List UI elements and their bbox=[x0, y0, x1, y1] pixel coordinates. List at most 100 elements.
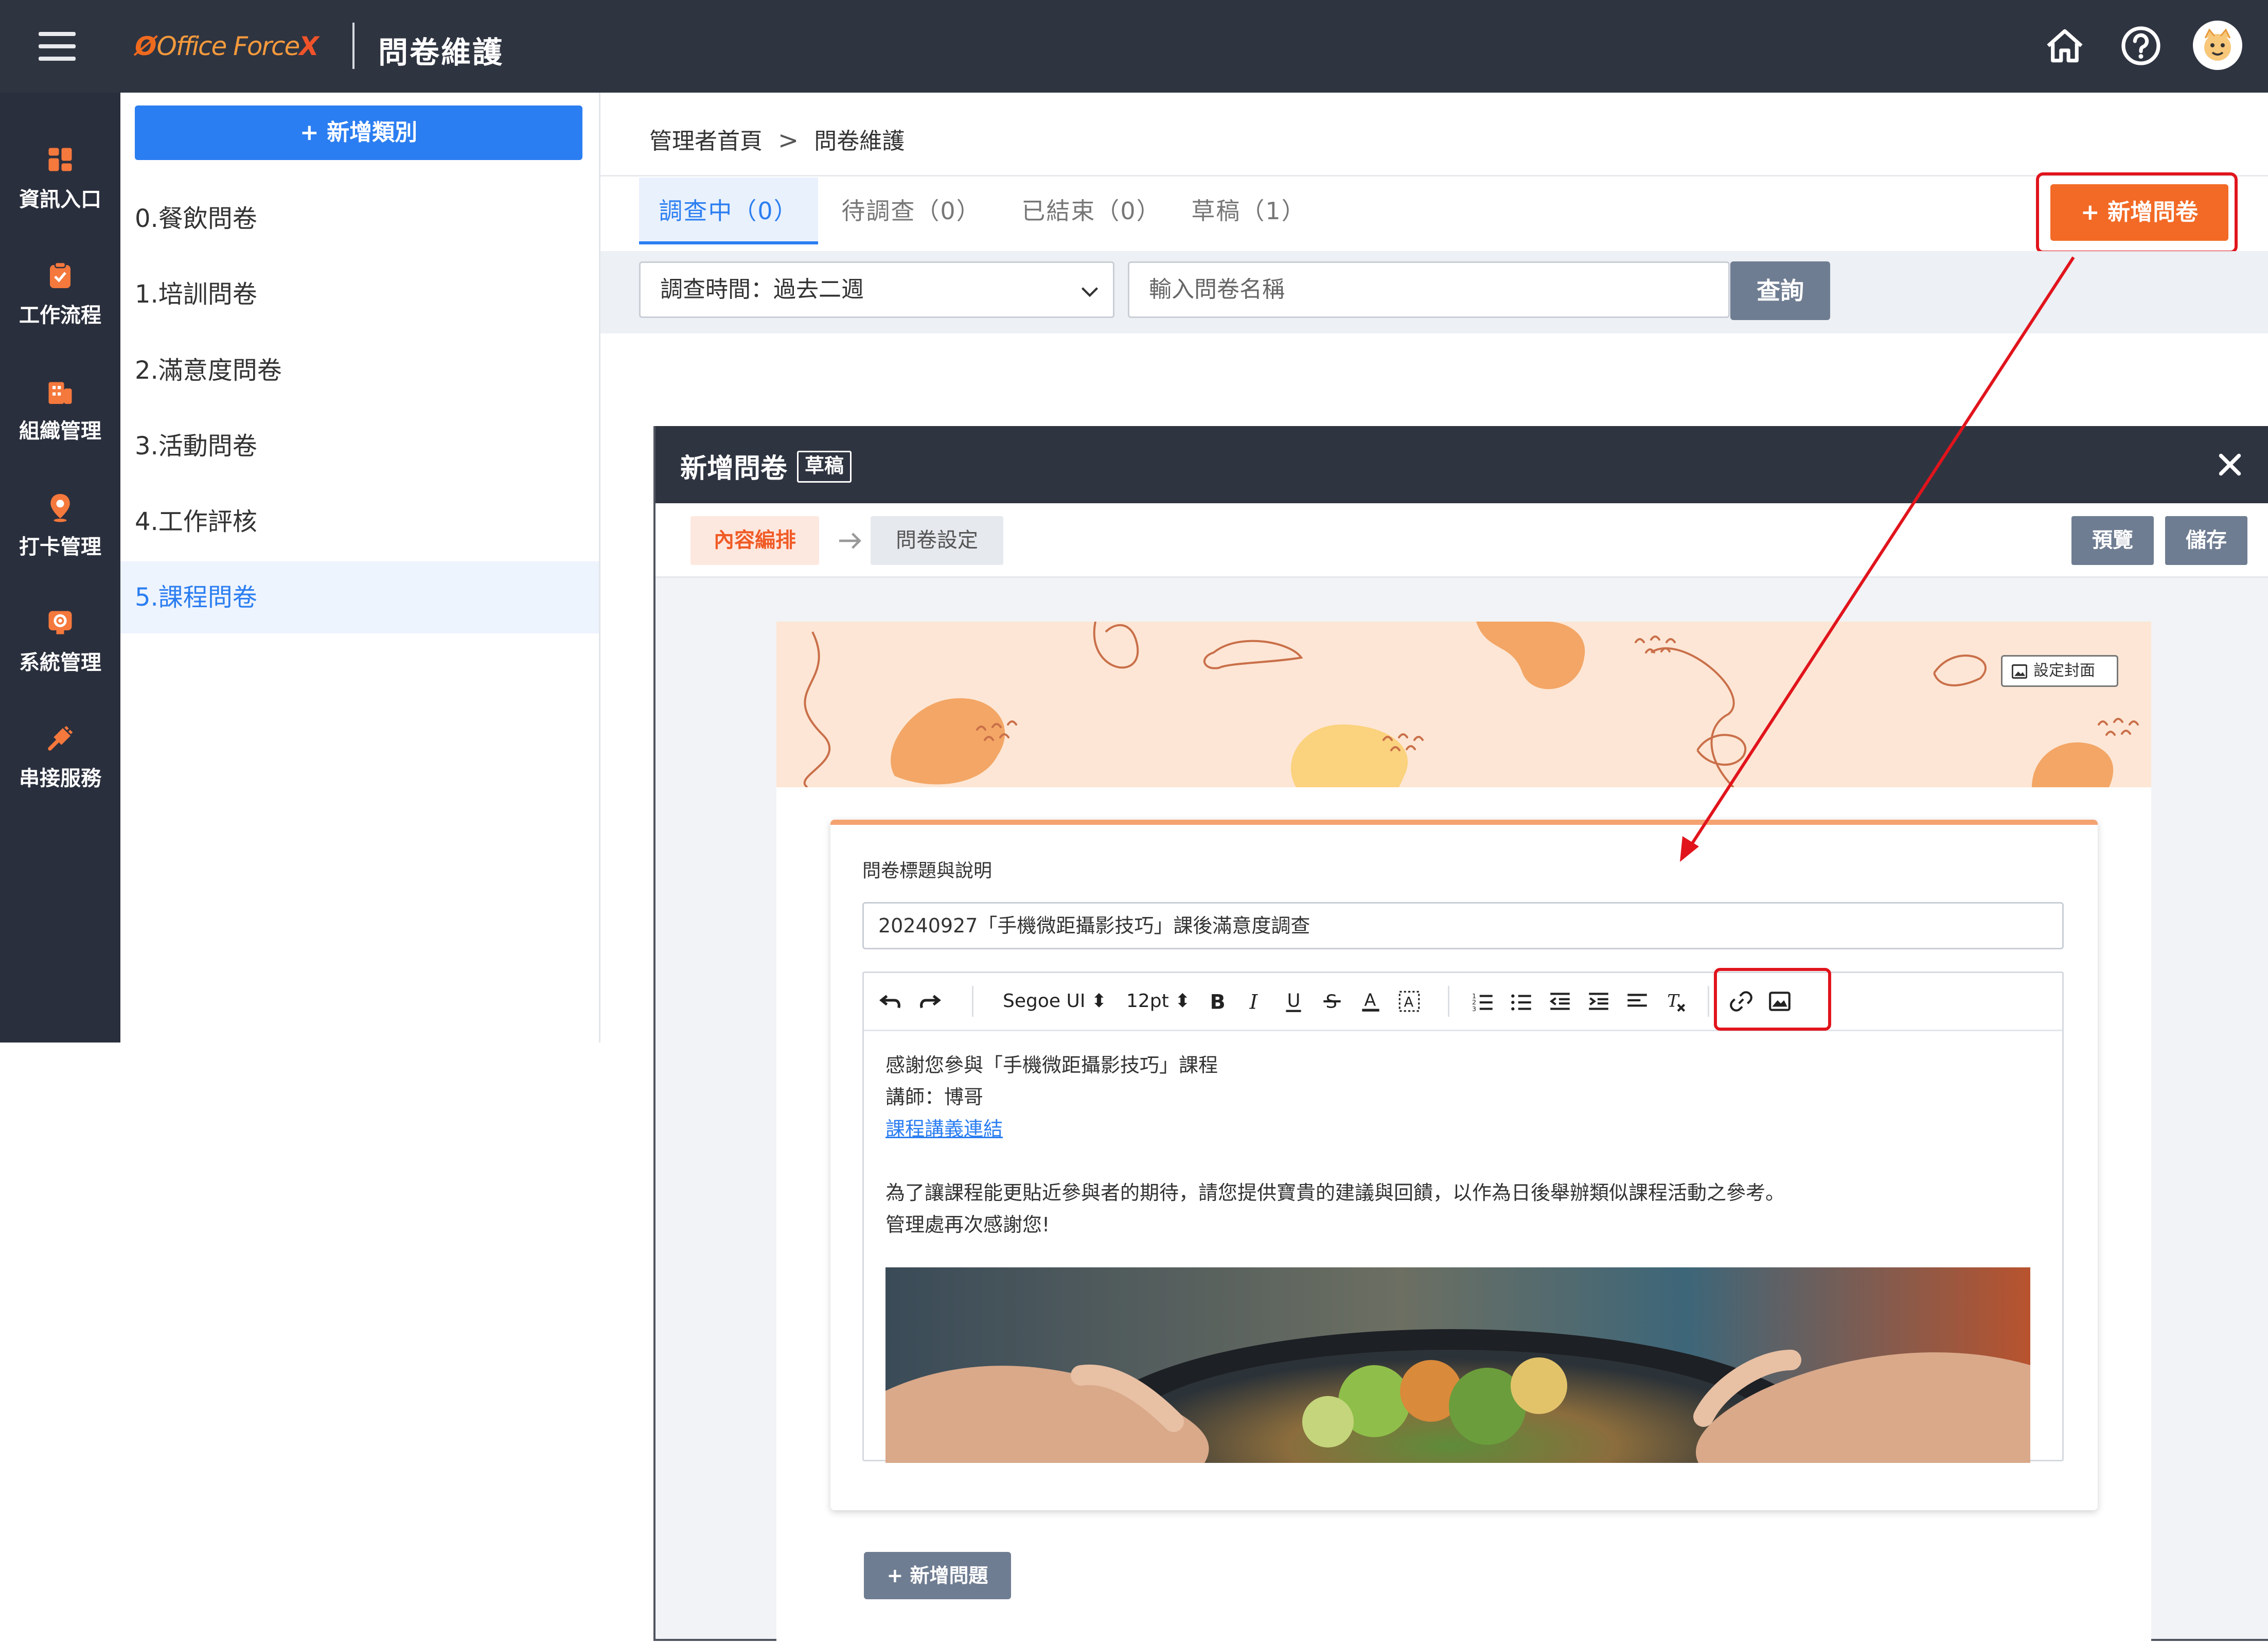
outdent-icon[interactable] bbox=[1547, 988, 1573, 1014]
svg-text:B: B bbox=[1210, 991, 1226, 1014]
underline-icon[interactable]: U bbox=[1281, 988, 1306, 1014]
editor-content[interactable]: 感謝您參與「手機微距攝影技巧」課程 講師：博哥 課程講義連結 為了讓課程能更貼近… bbox=[885, 1049, 1785, 1241]
nav-label: 工作流程 bbox=[19, 304, 101, 327]
nav-item-clock-in[interactable]: 打卡管理 bbox=[0, 476, 120, 574]
highlight-color-icon[interactable]: A bbox=[1396, 988, 1422, 1014]
tab-draft[interactable]: 草稿（1） bbox=[1172, 178, 1326, 244]
clear-format-icon[interactable]: T bbox=[1663, 988, 1689, 1014]
chevron-down-icon bbox=[1081, 287, 1098, 297]
content-line: 管理處再次感謝您! bbox=[885, 1213, 1050, 1236]
building-icon bbox=[48, 382, 72, 404]
category-panel: + 新增類別 0.餐飲問卷 1.培訓問卷 2.滿意度問卷 3.活動問卷 4.工作… bbox=[120, 93, 600, 1043]
plug-icon bbox=[48, 726, 73, 751]
preview-button[interactable]: 預覽 bbox=[2071, 516, 2154, 565]
font-family-value: Segoe UI bbox=[1003, 991, 1086, 1012]
hamburger-icon[interactable] bbox=[39, 32, 76, 61]
svg-text:I: I bbox=[1249, 991, 1259, 1014]
image-icon bbox=[2012, 664, 2027, 679]
breadcrumb-current: 問卷維護 bbox=[814, 128, 905, 154]
home-icon[interactable] bbox=[2043, 24, 2087, 68]
content-line: 感謝您參與「手機微距攝影技巧」課程 bbox=[885, 1054, 1218, 1076]
svg-text:3: 3 bbox=[1472, 1005, 1476, 1013]
strikethrough-icon[interactable]: S bbox=[1319, 988, 1345, 1014]
settings-icon bbox=[48, 611, 72, 634]
indent-icon[interactable] bbox=[1586, 988, 1611, 1014]
content-line: 為了讓課程能更貼近參與者的期待，請您提供寶貴的建議與回饋，以作為日後舉辦類似課程… bbox=[885, 1181, 1785, 1204]
category-item[interactable]: 0.餐飲問卷 bbox=[120, 183, 599, 255]
step-survey-settings[interactable]: 問卷設定 bbox=[871, 516, 1003, 565]
nav-item-integration[interactable]: 串接服務 bbox=[0, 708, 120, 805]
modal-steps-bar: 內容編排 問卷設定 預覽 儲存 bbox=[655, 503, 2268, 578]
toolbar-divider bbox=[1448, 986, 1449, 1017]
cover-image: 設定封面 bbox=[776, 622, 2151, 787]
save-button[interactable]: 儲存 bbox=[2165, 516, 2247, 565]
location-pin-icon bbox=[50, 494, 70, 522]
modal-body: 設定封面 問卷標題與說明 20240927「手機微距攝影技巧」課後滿意度調查 S… bbox=[655, 578, 2268, 1643]
category-item[interactable]: 2.滿意度問卷 bbox=[120, 334, 599, 407]
highlight-box bbox=[2036, 172, 2238, 254]
category-item[interactable]: 3.活動問卷 bbox=[120, 410, 599, 482]
arrow-right-icon bbox=[839, 533, 861, 549]
modal-header: 新增問卷 草稿 bbox=[655, 426, 2268, 503]
nav-item-workflow[interactable]: 工作流程 bbox=[0, 244, 120, 342]
category-item[interactable]: 4.工作評核 bbox=[120, 486, 599, 558]
course-handout-link[interactable]: 課程講義連結 bbox=[885, 1118, 1003, 1140]
font-size-value: 12pt bbox=[1126, 991, 1169, 1012]
nav-label: 系統管理 bbox=[19, 651, 101, 675]
content-photo bbox=[885, 1267, 2030, 1463]
add-question-button[interactable]: + 新增問題 bbox=[864, 1552, 1011, 1599]
tabs-divider bbox=[600, 175, 2268, 176]
query-button[interactable]: 查詢 bbox=[1730, 261, 1830, 320]
step-content-layout[interactable]: 內容編排 bbox=[690, 516, 819, 565]
nav-item-organization[interactable]: 組織管理 bbox=[0, 360, 120, 458]
app-logo[interactable]: ØOffice ForceX bbox=[135, 26, 319, 67]
numbered-list-icon[interactable]: 1 2 3 bbox=[1470, 988, 1496, 1014]
font-size-select[interactable]: 12pt ⬍ bbox=[1126, 988, 1190, 1014]
font-color-icon[interactable]: A bbox=[1358, 988, 1384, 1014]
tab-in-progress[interactable]: 調查中（0） bbox=[639, 178, 818, 244]
category-item-active[interactable]: 5.課程問卷 bbox=[120, 561, 599, 633]
logo-x: X bbox=[299, 31, 319, 61]
undo-icon[interactable] bbox=[878, 988, 904, 1014]
font-family-select[interactable]: Segoe UI ⬍ bbox=[1003, 988, 1107, 1014]
search-input[interactable]: 輸入問卷名稱 bbox=[1128, 261, 1730, 318]
add-category-button[interactable]: + 新增類別 bbox=[135, 105, 582, 160]
period-select-value: 調查時間：過去二週 bbox=[660, 276, 864, 303]
survey-title-card: 問卷標題與說明 20240927「手機微距攝影技巧」課後滿意度調查 Segoe … bbox=[830, 820, 2098, 1510]
avatar[interactable] bbox=[2193, 21, 2242, 70]
status-badge: 草稿 bbox=[797, 451, 852, 483]
close-icon[interactable] bbox=[2214, 449, 2245, 480]
italic-icon[interactable]: I bbox=[1242, 988, 1268, 1014]
category-item[interactable]: 1.培訓問卷 bbox=[120, 258, 599, 330]
svg-text:U: U bbox=[1287, 990, 1301, 1011]
bold-icon[interactable]: B bbox=[1203, 988, 1229, 1014]
redo-icon[interactable] bbox=[916, 988, 942, 1014]
left-nav: 資訊入口 工作流程 組織管理 打卡管理 系統管理 串接服務 bbox=[0, 93, 120, 1043]
svg-text:A: A bbox=[1365, 990, 1376, 1010]
content-blank-line bbox=[885, 1145, 1785, 1177]
logo-mark: Ø bbox=[135, 31, 157, 61]
filter-bar: 調查時間：過去二週 輸入問卷名稱 查詢 bbox=[600, 251, 2268, 333]
nav-label: 串接服務 bbox=[19, 767, 101, 790]
clipboard-icon bbox=[50, 261, 70, 288]
page-title: 問卷維護 bbox=[378, 35, 504, 70]
period-select[interactable]: 調查時間：過去二週 bbox=[639, 261, 1114, 318]
dashboard-icon bbox=[48, 148, 72, 171]
tab-pending[interactable]: 待調查（0） bbox=[822, 178, 1001, 244]
survey-canvas: 設定封面 問卷標題與說明 20240927「手機微距攝影技巧」課後滿意度調查 S… bbox=[776, 622, 2151, 1643]
nav-item-info-portal[interactable]: 資訊入口 bbox=[0, 129, 120, 226]
header-divider bbox=[352, 23, 355, 69]
nav-item-system[interactable]: 系統管理 bbox=[0, 592, 120, 690]
svg-text:T: T bbox=[1667, 991, 1680, 1011]
survey-title-input[interactable]: 20240927「手機微距攝影技巧」課後滿意度調查 bbox=[862, 902, 2064, 949]
svg-text:A: A bbox=[1404, 994, 1414, 1010]
tab-ended[interactable]: 已結束（0） bbox=[1002, 178, 1181, 244]
bullet-list-icon[interactable] bbox=[1509, 988, 1534, 1014]
help-icon[interactable] bbox=[2119, 24, 2163, 68]
highlight-box bbox=[1714, 968, 1831, 1031]
breadcrumb-home[interactable]: 管理者首頁 bbox=[649, 128, 763, 154]
align-icon[interactable] bbox=[1624, 988, 1650, 1014]
set-cover-button[interactable]: 設定封面 bbox=[2001, 655, 2118, 687]
section-label: 問卷標題與說明 bbox=[862, 860, 993, 881]
modal-title: 新增問卷 bbox=[680, 453, 788, 484]
